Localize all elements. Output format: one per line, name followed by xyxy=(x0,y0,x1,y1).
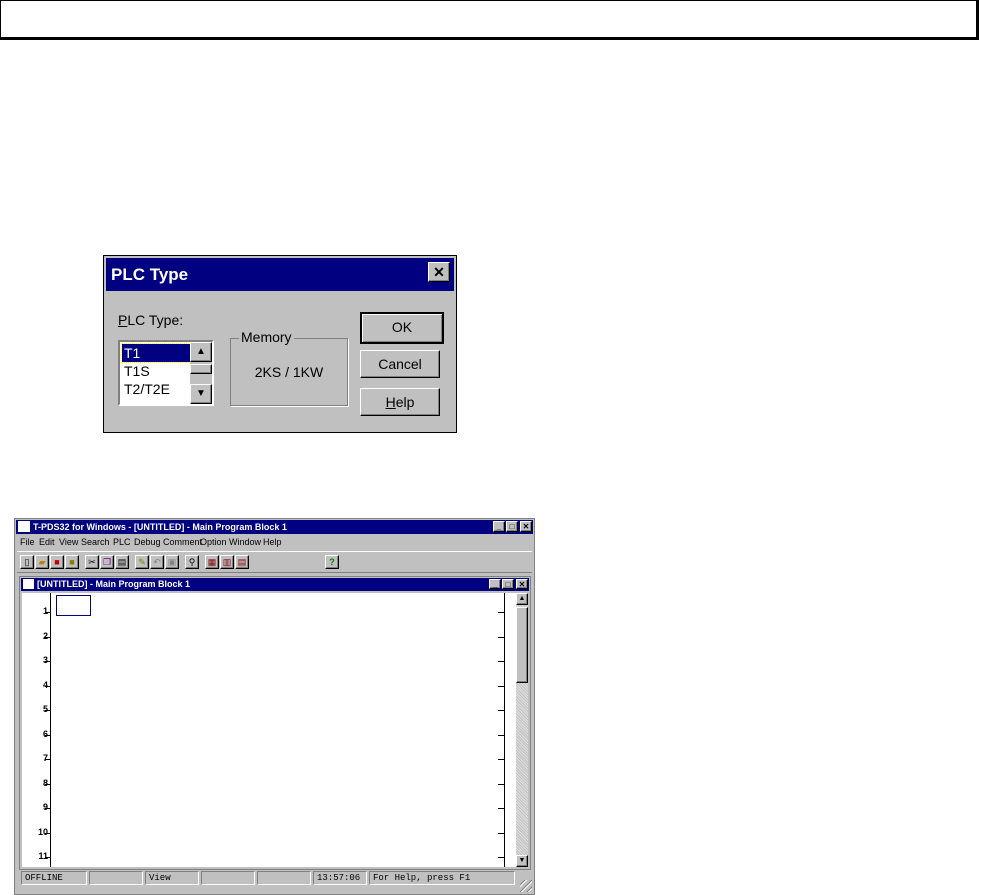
print-icon[interactable]: ▤ xyxy=(235,555,249,569)
plc-type-label: PLC Type: xyxy=(118,312,184,328)
page-icon[interactable]: ▦ xyxy=(205,555,219,569)
toolbar: ▯ ▰ ■ ■ ✂ ❐ ▤ ✎ ↶ ▣ ⚲ ▦ ▥ ▤ ? xyxy=(17,551,532,573)
rung-number: 6 xyxy=(42,729,48,739)
rung-number: 4 xyxy=(42,680,48,690)
find-icon[interactable]: ⚲ xyxy=(185,555,199,569)
memory-group: Memory 2KS / 1KW xyxy=(230,329,348,406)
scroll-down-icon[interactable]: ▼ xyxy=(190,384,212,404)
help-button[interactable]: Help xyxy=(360,388,440,416)
menu-edit[interactable]: Edit xyxy=(39,537,55,547)
app-title-bar: T-PDS32 for Windows - [UNTITLED] - Main … xyxy=(16,520,533,534)
menu-option[interactable]: Option xyxy=(200,537,227,547)
close-icon[interactable]: ✕ xyxy=(520,521,532,532)
status-mode: OFFLINE xyxy=(21,871,87,885)
scroll-up-icon[interactable]: ▲ xyxy=(190,342,212,362)
rung-number: 2 xyxy=(42,631,48,641)
menu-comment[interactable]: Comment xyxy=(163,537,202,547)
status-help: For Help, press F1 xyxy=(369,871,515,885)
cursor-cell[interactable] xyxy=(56,595,91,616)
app-icon xyxy=(18,521,30,532)
cancel-button[interactable]: Cancel xyxy=(360,350,440,378)
save-all-icon[interactable]: ■ xyxy=(65,555,79,569)
maximize-icon[interactable]: □ xyxy=(502,579,514,589)
rung-number: 8 xyxy=(42,778,48,788)
maximize-icon[interactable]: □ xyxy=(506,521,518,532)
menu-bar: File Edit View Search PLC Debug Comment … xyxy=(17,536,532,549)
status-pane-empty xyxy=(257,871,311,885)
status-bar: OFFLINE View 13:57:06 For Help, press F1 xyxy=(17,871,532,886)
minimize-icon[interactable]: _ xyxy=(489,579,501,589)
menu-plc[interactable]: PLC xyxy=(113,537,131,547)
memory-label: Memory xyxy=(239,329,294,345)
dialog-title-bar: PLC Type xyxy=(106,258,454,291)
plc-type-dialog: PLC Type ✕ PLC Type: T1 T1S T2/T2E ▲ ▼ M… xyxy=(103,255,457,433)
list-item[interactable]: T1 xyxy=(121,343,195,363)
dialog-title: PLC Type xyxy=(111,265,189,284)
app-window: T-PDS32 for Windows - [UNTITLED] - Main … xyxy=(14,518,535,895)
menu-help[interactable]: Help xyxy=(263,537,282,547)
save-icon[interactable]: ■ xyxy=(50,555,64,569)
menu-view[interactable]: View xyxy=(59,537,78,547)
rung-number: 11 xyxy=(38,851,48,861)
ok-button[interactable]: OK xyxy=(360,312,444,344)
scroll-down-icon[interactable]: ▼ xyxy=(516,855,528,867)
undo-icon[interactable]: ↶ xyxy=(150,555,164,569)
left-power-rail xyxy=(50,593,51,867)
menu-debug[interactable]: Debug xyxy=(134,537,161,547)
open-folder-icon[interactable]: ▰ xyxy=(35,555,49,569)
cut-icon[interactable]: ✂ xyxy=(85,555,99,569)
status-view: View xyxy=(145,871,199,885)
resize-grip-icon[interactable] xyxy=(520,880,532,892)
status-time: 13:57:06 xyxy=(313,871,367,885)
edit-icon[interactable]: ✎ xyxy=(135,555,149,569)
scroll-thumb[interactable] xyxy=(516,607,528,683)
scroll-thumb[interactable] xyxy=(190,364,212,374)
close-icon[interactable]: ✕ xyxy=(428,262,450,282)
rung-number: 1 xyxy=(42,606,48,616)
document-icon xyxy=(23,579,34,589)
header-box xyxy=(0,0,979,40)
rung-number: 10 xyxy=(37,827,48,837)
copy-icon[interactable]: ❐ xyxy=(100,555,114,569)
listbox-scrollbar[interactable]: ▲ ▼ xyxy=(190,342,212,404)
list-item[interactable]: T2/T2E xyxy=(122,380,194,398)
list-item[interactable]: T1S xyxy=(122,362,194,380)
right-power-rail xyxy=(504,593,505,867)
document-window: [UNTITLED] - Main Program Block 1 _ □ ✕ … xyxy=(19,576,531,870)
menu-search[interactable]: Search xyxy=(81,537,110,547)
document-title: [UNTITLED] - Main Program Block 1 xyxy=(37,579,191,589)
menu-file[interactable]: File xyxy=(20,537,35,547)
rung-number: 5 xyxy=(42,704,48,714)
document-title-bar: [UNTITLED] - Main Program Block 1 _ □ ✕ xyxy=(21,578,529,591)
status-pane-empty xyxy=(89,871,143,885)
plc-type-listbox[interactable]: T1 T1S T2/T2E ▲ ▼ xyxy=(118,340,214,406)
app-title: T-PDS32 for Windows - [UNTITLED] - Main … xyxy=(33,522,287,532)
scroll-up-icon[interactable]: ▲ xyxy=(516,593,528,605)
insert-icon[interactable]: ▥ xyxy=(220,555,234,569)
menu-window[interactable]: Window xyxy=(229,537,261,547)
rung-number: 3 xyxy=(42,655,48,665)
memory-value: 2KS / 1KW xyxy=(254,364,324,380)
ladder-editor[interactable]: 1 2 3 4 5 6 7 8 9 10 11 xyxy=(22,593,516,867)
vertical-scrollbar[interactable]: ▲ ▼ xyxy=(516,593,528,867)
paste-icon[interactable]: ▤ xyxy=(115,555,129,569)
rung-number: 9 xyxy=(42,802,48,812)
close-icon[interactable]: ✕ xyxy=(516,579,528,589)
new-file-icon[interactable]: ▯ xyxy=(20,555,34,569)
minimize-icon[interactable]: _ xyxy=(493,521,505,532)
help-icon[interactable]: ? xyxy=(325,555,339,569)
status-pane-empty xyxy=(201,871,255,885)
redo-icon[interactable]: ▣ xyxy=(165,555,179,569)
rung-number: 7 xyxy=(42,753,48,763)
